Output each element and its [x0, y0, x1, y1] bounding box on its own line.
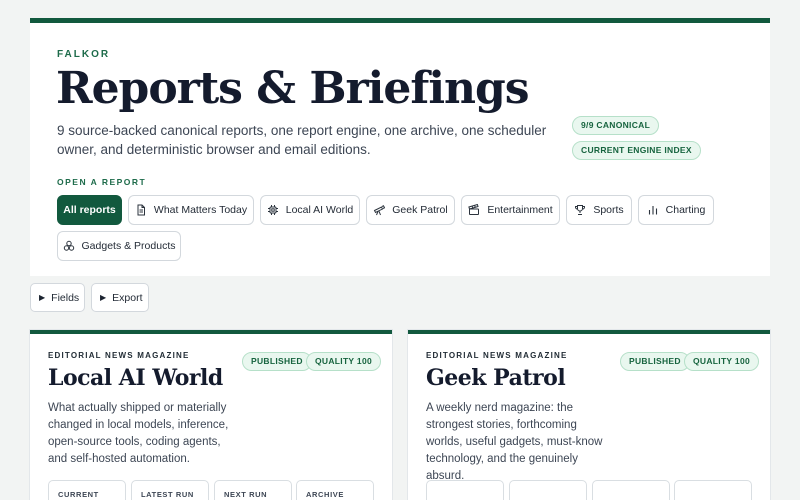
bar-chart-icon [648, 206, 657, 215]
published-badge: PUBLISHED [242, 352, 312, 371]
gadgets-products-label: Gadgets & Products [81, 240, 176, 252]
card-description: A weekly nerd magazine: the strongest st… [426, 402, 603, 482]
brand-label: FALKOR [57, 49, 111, 60]
reports-hero: FALKOR Reports & Briefings 9 source-back… [30, 18, 770, 276]
clapperboard-icon [468, 204, 480, 215]
document-icon [137, 204, 145, 216]
published-badge: PUBLISHED [620, 352, 690, 371]
triangle-right-icon: ▶ [39, 293, 46, 302]
open-report-label: OPEN A REPORT [57, 177, 147, 187]
what-matters-today-label: What Matters Today [153, 204, 248, 216]
entertainment-label: Entertainment [487, 204, 553, 216]
stat-box [674, 480, 752, 500]
quality-badge: QUALITY 100 [306, 352, 381, 371]
charting-button[interactable]: Charting [638, 195, 714, 225]
card-kicker: EDITORIAL NEWS MAGAZINE [48, 351, 190, 360]
sports-button[interactable]: Sports [566, 195, 632, 225]
geek-patrol-label: Geek Patrol [392, 204, 448, 216]
export-toggle[interactable]: ▶ Export [91, 283, 149, 312]
quality-badge: QUALITY 100 [684, 352, 759, 371]
entertainment-button[interactable]: Entertainment [461, 195, 560, 225]
export-label: Export [112, 291, 143, 304]
fields-label: Fields [51, 291, 80, 304]
trophy-icon [575, 205, 586, 215]
stat-box [509, 480, 587, 500]
page-title: Reports & Briefings [56, 63, 530, 114]
page-description: 9 source-backed canonical reports, one r… [57, 123, 547, 157]
report-card-local-ai-world[interactable]: EDITORIAL NEWS MAGAZINE Local AI World W… [30, 330, 392, 500]
stat-current: CURRENT [48, 480, 126, 500]
what-matters-today-button[interactable]: What Matters Today [128, 195, 254, 225]
stat-next-run: NEXT RUN [214, 480, 292, 500]
stat-latest-run: LATEST RUN [131, 480, 209, 500]
geek-patrol-button[interactable]: Geek Patrol [366, 195, 455, 225]
charting-label: Charting [665, 204, 706, 216]
gadgets-products-button[interactable]: Gadgets & Products [57, 231, 181, 261]
stat-archive: ARCHIVE [296, 480, 374, 500]
all-reports-button[interactable]: All reports [57, 195, 122, 225]
sports-label: Sports [593, 204, 624, 216]
local-ai-world-label: Local AI World [285, 204, 354, 216]
cubes-icon [63, 240, 74, 251]
card-title[interactable]: Local AI World [48, 365, 223, 391]
engine-index-badge: CURRENT ENGINE INDEX [572, 141, 701, 160]
chip-icon [267, 205, 278, 215]
stat-box [426, 480, 504, 500]
card-kicker: EDITORIAL NEWS MAGAZINE [426, 351, 568, 360]
card-title[interactable]: Geek Patrol [426, 365, 566, 391]
canonical-badge: 9/9 CANONICAL [572, 116, 660, 135]
all-reports-label: All reports [63, 204, 116, 216]
local-ai-world-button[interactable]: Local AI World [260, 195, 360, 225]
triangle-right-icon: ▶ [100, 293, 107, 302]
telescope-icon [374, 205, 386, 216]
card-description: What actually shipped or materially chan… [48, 402, 229, 465]
fields-toggle[interactable]: ▶ Fields [30, 283, 85, 312]
stat-box [592, 480, 670, 500]
report-card-geek-patrol[interactable]: EDITORIAL NEWS MAGAZINE Geek Patrol A we… [408, 330, 770, 500]
